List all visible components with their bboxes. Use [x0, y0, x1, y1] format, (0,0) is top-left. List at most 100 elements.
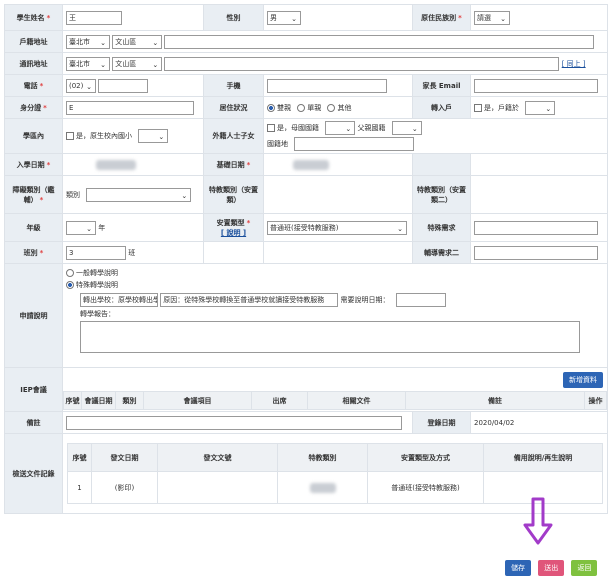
apply-radio-1[interactable]	[66, 269, 74, 277]
mail-city-select[interactable]: 臺北市 ⌄	[66, 56, 110, 71]
class-label: 班別	[23, 248, 38, 257]
meeting-col-header: 類別	[115, 391, 144, 410]
meeting-label: IEP會議	[20, 385, 47, 394]
doc-col-header: 發文日期	[91, 443, 158, 472]
doc-cell: (影印)	[91, 471, 158, 504]
doc-cell	[157, 471, 278, 504]
foreign-country2-select[interactable]: ⌄	[391, 121, 422, 135]
grade-select[interactable]: ⌄	[66, 220, 96, 235]
nationality-select[interactable]: 請選 ⌄	[474, 10, 510, 25]
action-buttons: 儲存 送出 返回	[505, 560, 598, 576]
id-label: 身分證	[20, 103, 42, 112]
doc-cell: 1	[67, 471, 92, 504]
doc-col-header: 安置類型及方式	[367, 443, 484, 472]
assist-input[interactable]	[474, 220, 598, 235]
apply-date-input[interactable]	[395, 293, 446, 307]
add-meeting-button[interactable]: 新增資料	[563, 372, 603, 388]
placement-label: 安置類型	[216, 218, 245, 227]
phone-area-select[interactable]: (02) ⌄	[66, 78, 96, 93]
submit-button[interactable]: 送出	[538, 560, 565, 576]
doc-cell	[277, 471, 368, 504]
apply-from-input[interactable]: 轉出學校：原學校轉出學校	[80, 293, 158, 307]
mobile-label: 手機	[226, 81, 241, 90]
apply-reason-input[interactable]: 原因：從特殊學校轉換至普通學校就讀接受特教服務	[160, 293, 339, 307]
id-input[interactable]: E	[66, 100, 194, 115]
meeting-col-header: 會議項目	[143, 391, 252, 410]
district-checkbox[interactable]	[66, 132, 74, 140]
gender-label: 性別	[226, 13, 241, 22]
basic-date-value	[293, 159, 329, 170]
doc-col-header: 特教類別	[277, 443, 368, 472]
class-input[interactable]: 3	[66, 245, 126, 260]
doc-col-header: 序號	[67, 443, 92, 472]
transfer-checkbox[interactable]	[474, 103, 482, 112]
district-select[interactable]: ⌄	[138, 129, 169, 143]
doc-col-header: 發文文號	[157, 443, 278, 472]
nationality-label: 原住民族別	[421, 13, 457, 22]
foreign-checkbox[interactable]	[267, 124, 275, 132]
email-input[interactable]	[474, 78, 598, 93]
disability-type-label: 障礙類別（鑑輔）	[12, 185, 55, 204]
residence-radio-1[interactable]	[267, 103, 275, 112]
household-addr-input[interactable]	[164, 34, 595, 49]
mobile-input[interactable]	[267, 78, 387, 93]
assist2-label: 輔導需求二	[424, 248, 459, 257]
note-input[interactable]	[66, 415, 402, 430]
entry-date-value	[96, 159, 136, 170]
note-label: 備註	[26, 418, 41, 427]
save-button[interactable]: 儲存	[505, 560, 531, 576]
doc-type-value	[309, 482, 336, 493]
email-label: 家長 Email	[422, 81, 461, 90]
assist2-input[interactable]	[474, 245, 598, 260]
doc-table: 序號 發文日期 發文文號 特教類別 安置類型及方式 備用說明/再生說明 1 (影…	[67, 443, 603, 504]
name-input[interactable]: 王	[66, 10, 122, 25]
same-as-above-link[interactable]: [ 同上 ]	[562, 60, 586, 68]
household-district-select[interactable]: 文山區 ⌄	[112, 34, 163, 49]
foreign-country-select[interactable]: ⌄	[325, 121, 356, 135]
mail-addr-input[interactable]	[164, 56, 560, 71]
assist-label: 特殊需求	[427, 223, 456, 232]
mail-district-select[interactable]: 文山區 ⌄	[112, 56, 163, 71]
foreign-addr-input[interactable]	[294, 137, 415, 151]
special-type-label: 特教類別（安置類）	[209, 185, 258, 204]
disability-type-select[interactable]: ⌄	[86, 187, 192, 202]
residence-radio-2[interactable]	[297, 103, 306, 112]
residence-radio-3[interactable]	[327, 103, 336, 112]
apply-note-textarea[interactable]	[80, 321, 580, 353]
doc-label: 檢送文件記錄	[12, 469, 55, 478]
apply-radio-2[interactable]	[66, 281, 74, 289]
placement-help-link[interactable]: [ 說明 ]	[221, 229, 246, 237]
meeting-col-header: 備註	[405, 391, 585, 410]
household-city-select[interactable]: 臺北市 ⌄	[66, 34, 110, 49]
apply-label: 申請說明	[19, 311, 48, 320]
record-date-value: 2020/04/02	[474, 418, 515, 427]
entry-date-label: 入學日期	[16, 160, 45, 169]
foreign-label: 外籍人士子女	[212, 132, 255, 140]
mail-addr-label: 通訊地址	[19, 59, 48, 68]
residence-label: 居住狀況	[219, 103, 248, 112]
special-type2-label: 特教類別（安置類二）	[417, 185, 466, 204]
meeting-table: 序號 會議日期 類別 會議項目 出席 相關文件 備註 操作	[63, 391, 607, 410]
gender-select[interactable]: 男 ⌄	[267, 10, 301, 25]
chevron-down-icon: ⌄	[291, 14, 297, 23]
district-label: 學區內	[23, 132, 44, 140]
student-form-table: 學生姓名 * 王 性別 男 ⌄ 原住民族別 * 請選 ⌄ 戶籍地址 臺北市 ⌄ 文山區 ⌄ …	[4, 4, 608, 514]
basic-date-label: 基礎日期	[216, 160, 245, 169]
transfer-select[interactable]: ⌄	[525, 100, 556, 115]
meeting-col-header: 操作	[584, 391, 607, 410]
chevron-down-icon: ⌄	[500, 14, 506, 23]
doc-cell: 普通班(接受特教服務)	[367, 471, 484, 504]
placement-select[interactable]: 普通班(接受特教服務) ⌄	[267, 220, 407, 235]
phone-input[interactable]	[98, 78, 149, 93]
grade-label: 年級	[26, 223, 41, 232]
transfer-label: 轉入戶	[431, 103, 452, 112]
back-button[interactable]: 返回	[571, 560, 598, 576]
meeting-col-header: 會議日期	[81, 391, 116, 410]
down-arrow-icon	[523, 497, 553, 545]
household-addr-label: 戶籍地址	[19, 37, 48, 46]
student-form-page: 學生姓名 * 王 性別 男 ⌄ 原住民族別 * 請選 ⌄ 戶籍地址 臺北市 ⌄ 文山區 ⌄ …	[0, 0, 611, 580]
doc-col-header: 備用說明/再生說明	[483, 443, 603, 472]
name-label: 學生姓名	[16, 13, 45, 22]
meeting-col-header: 出席	[251, 391, 308, 410]
record-date-label: 登錄日期	[427, 418, 456, 427]
